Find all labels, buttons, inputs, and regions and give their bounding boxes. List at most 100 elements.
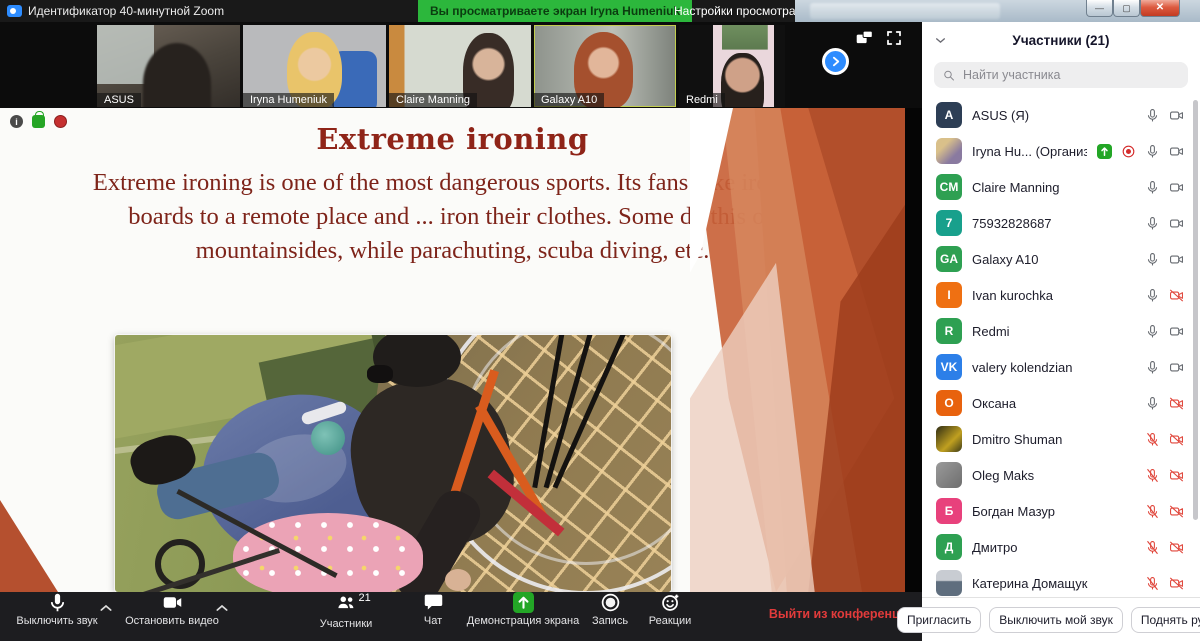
camera-icon xyxy=(1169,216,1184,231)
participant-status-icons xyxy=(1145,288,1184,303)
mic-icon xyxy=(1145,252,1160,267)
video-tile-asus[interactable]: ASUS xyxy=(97,25,240,107)
participant-status-icons xyxy=(1145,432,1184,447)
mute-button[interactable]: Выключить звук xyxy=(2,592,112,627)
zoom-camera-icon xyxy=(7,5,22,17)
participant-status-icons xyxy=(1145,576,1184,591)
restore-button[interactable]: ▢ xyxy=(1113,0,1140,17)
panel-scrollbar[interactable] xyxy=(1193,100,1198,520)
microphone-icon xyxy=(47,592,68,613)
mic-icon xyxy=(1145,288,1160,303)
participants-panel-header: Участники (21) xyxy=(922,22,1200,58)
participant-row[interactable]: RRedmi xyxy=(922,313,1194,349)
participant-row[interactable]: ДДмитро xyxy=(922,529,1194,565)
panel-footer: Пригласить Выключить мой звук Поднять ру… xyxy=(922,597,1200,641)
participant-avatar: A xyxy=(936,102,962,128)
participant-name: Dmitro Shuman xyxy=(972,432,1135,447)
viewing-banner: Вы просматриваете экран Iryna Humeniuk xyxy=(418,0,692,22)
participant-status-icons xyxy=(1145,396,1184,411)
invite-button[interactable]: Пригласить xyxy=(897,607,981,633)
participant-name: valery kolendzian xyxy=(972,360,1135,375)
participant-row[interactable]: Dmitro Shuman xyxy=(922,421,1194,457)
camera-off-icon xyxy=(1169,288,1184,303)
search-icon xyxy=(943,69,955,82)
video-tile-name: Galaxy A10 xyxy=(534,93,604,107)
mic-icon xyxy=(1145,108,1160,123)
participant-row[interactable]: Oleg Maks xyxy=(922,457,1194,493)
video-strip: ASUSIryna Humeniuk Claire Manning Galaxy A… xyxy=(0,22,922,108)
participant-row[interactable]: GAGalaxy A10 xyxy=(922,241,1194,277)
participant-name: Oleg Maks xyxy=(972,468,1135,483)
participants-button[interactable]: 21 Участники xyxy=(300,592,392,630)
participant-status-icons xyxy=(1145,252,1184,267)
participant-name: 75932828687 xyxy=(972,216,1135,231)
video-tile-name: Iryna Humeniuk xyxy=(243,93,334,107)
share-screen-button[interactable]: Демонстрация экрана xyxy=(462,592,584,627)
titlebar: Идентификатор 40-минутной Zoom Вы просма… xyxy=(0,0,1200,22)
camera-icon xyxy=(1169,108,1184,123)
participant-name: Iryna Hu... (Организатор) xyxy=(972,144,1087,159)
participant-row[interactable]: Катерина Домащук xyxy=(922,565,1194,601)
participants-list: AASUS (Я) Iryna Hu... (Организатор) CMClai… xyxy=(922,97,1194,601)
participant-status-icons xyxy=(1145,468,1184,483)
participant-avatar xyxy=(936,462,962,488)
search-input[interactable] xyxy=(961,67,1179,83)
raise-hand-button[interactable]: Поднять руку xyxy=(1131,607,1200,633)
video-tile-galaxy[interactable]: Galaxy A10 xyxy=(534,25,676,107)
video-tile-iryna[interactable]: Iryna Humeniuk xyxy=(243,25,386,107)
next-videos-button[interactable] xyxy=(822,48,849,75)
video-options-chevron[interactable] xyxy=(214,600,230,616)
video-tile-name: Claire Manning xyxy=(389,93,477,107)
participant-avatar: О xyxy=(936,390,962,416)
background-desktop-strip: — ▢ ✕ xyxy=(795,0,1200,22)
camera-off-icon xyxy=(1169,432,1184,447)
stop-video-button[interactable]: Остановить видео xyxy=(116,592,228,627)
video-tile-claire[interactable]: Claire Manning xyxy=(389,25,531,107)
slide-status-icons: i xyxy=(10,115,67,128)
shared-screen-slide: i Extreme ironing Extreme ironing is one… xyxy=(0,108,905,592)
mic-muted-icon xyxy=(1145,576,1160,591)
close-button[interactable]: ✕ xyxy=(1140,0,1180,17)
video-tile-name: Redmi xyxy=(679,93,725,107)
reactions-icon xyxy=(660,592,681,613)
participant-row[interactable]: Iryna Hu... (Организатор) xyxy=(922,133,1194,169)
participant-row[interactable]: ББогдан Мазур xyxy=(922,493,1194,529)
mic-icon xyxy=(1145,180,1160,195)
minimize-button[interactable]: — xyxy=(1086,0,1113,17)
gallery-view-icon[interactable] xyxy=(856,30,873,45)
meeting-toolbar: Выключить звук Остановить видео 21 Участ… xyxy=(0,592,922,641)
participant-row[interactable]: IIvan kurochka xyxy=(922,277,1194,313)
participant-row[interactable]: VK valery kolendzian xyxy=(922,349,1194,385)
mute-me-button[interactable]: Выключить мой звук xyxy=(989,607,1123,633)
participant-avatar: 7 xyxy=(936,210,962,236)
participant-name: Оксана xyxy=(972,396,1135,411)
participant-row[interactable]: CMClaire Manning xyxy=(922,169,1194,205)
mute-options-chevron[interactable] xyxy=(98,600,114,616)
mic-muted-icon xyxy=(1145,540,1160,555)
participants-count-badge: 21 xyxy=(359,592,371,604)
participant-avatar xyxy=(936,426,962,452)
participant-avatar: VK xyxy=(936,354,962,380)
fullscreen-icon[interactable] xyxy=(886,30,902,46)
participant-avatar: Д xyxy=(936,534,962,560)
video-tile-redmi[interactable]: Redmi xyxy=(679,25,785,107)
participant-row[interactable]: 7 75932828687 xyxy=(922,205,1194,241)
chat-button[interactable]: Чат xyxy=(402,592,464,627)
paramotor-ironing-photo xyxy=(115,335,671,592)
reactions-button[interactable]: Реакции xyxy=(640,592,700,627)
info-icon[interactable]: i xyxy=(10,115,23,128)
participant-avatar: R xyxy=(936,318,962,344)
panel-collapse-chevron[interactable] xyxy=(934,34,947,47)
slide-corner-accent xyxy=(0,500,58,592)
camera-icon xyxy=(1169,180,1184,195)
record-button[interactable]: Запись xyxy=(580,592,640,627)
mic-icon xyxy=(1145,216,1160,231)
participant-search[interactable] xyxy=(934,62,1188,88)
camera-icon xyxy=(1169,144,1184,159)
participant-avatar xyxy=(936,570,962,596)
participant-row[interactable]: AASUS (Я) xyxy=(922,97,1194,133)
mic-icon xyxy=(1145,324,1160,339)
mic-muted-icon xyxy=(1145,432,1160,447)
camera-off-icon xyxy=(1169,396,1184,411)
participant-row[interactable]: О Оксана xyxy=(922,385,1194,421)
